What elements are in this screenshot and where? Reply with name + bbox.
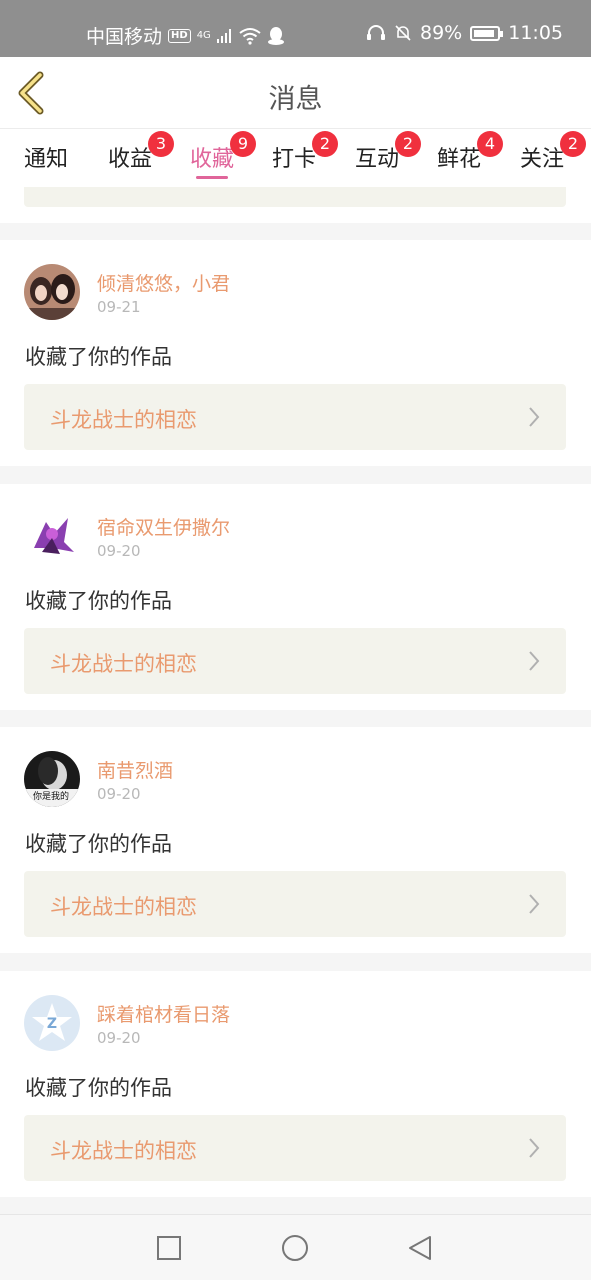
tab-label: 互动 [355,147,400,172]
work-link[interactable]: 斗龙战士的相恋 [24,384,566,450]
count-badge: 2 [560,131,586,157]
count-badge: 2 [312,131,338,157]
action-text: 收藏了你的作品 [25,1076,172,1100]
tab-interactions[interactable]: 互动 2 [355,131,421,173]
chevron-right-icon [529,407,540,427]
chevron-right-icon [529,1138,540,1158]
work-link[interactable]: 斗龙战士的相恋 [24,628,566,694]
date: 09-20 [97,542,141,560]
list-item: 你是我的 南昔烈酒 09-20 收藏了你的作品 斗龙战士的相恋 [0,727,591,953]
circle-icon[interactable] [281,1234,309,1262]
status-right: 89% 11:05 [366,22,563,44]
count-badge: 4 [477,131,503,157]
carrier-label: 中国移动 [86,26,163,48]
count-badge: 9 [230,131,256,157]
signal-icon [216,28,231,43]
battery-percent: 89% [420,22,463,44]
action-text: 收藏了你的作品 [25,832,172,856]
page-title: 消息 [268,84,323,115]
system-nav-bar [0,1214,591,1280]
list-item: 宿命双生伊撒尔 09-20 收藏了你的作品 斗龙战士的相恋 [0,484,591,710]
tab-flowers[interactable]: 鲜花 4 [437,131,503,173]
avatar[interactable]: Z [24,995,80,1051]
tab-bar: 通知 收益 3 收藏 9 打卡 2 互动 2 鲜花 4 关注 2 [0,129,591,187]
work-box-partial [24,187,566,207]
date: 09-20 [97,1029,141,1047]
work-title: 斗龙战士的相恋 [50,408,197,432]
username[interactable]: 南昔烈酒 [97,756,173,783]
avatar[interactable]: 你是我的 [24,751,80,807]
app-header: 消息 [0,57,591,129]
tab-label: 关注 [520,147,565,172]
status-left: 中国移动 HD 4G [86,22,285,49]
work-title: 斗龙战士的相恋 [50,895,197,919]
count-badge: 3 [148,131,174,157]
avatar[interactable] [24,264,80,320]
active-tab-indicator [196,176,228,179]
tab-earnings[interactable]: 收益 3 [108,131,174,173]
action-text: 收藏了你的作品 [25,345,172,369]
work-title: 斗龙战士的相恋 [50,1139,197,1163]
list-item-partial [0,187,591,223]
list-item: 倾清悠悠，小君 09-21 收藏了你的作品 斗龙战士的相恋 [0,240,591,466]
tab-label: 通知 [24,147,69,172]
svg-text:Z: Z [47,1016,57,1032]
list-item: Z 踩着棺材看日落 09-20 收藏了你的作品 斗龙战士的相恋 [0,971,591,1197]
tab-label: 打卡 [272,147,317,172]
avatar[interactable] [24,508,80,564]
square-icon[interactable] [155,1234,183,1262]
date: 09-20 [97,785,141,803]
tab-checkin[interactable]: 打卡 2 [272,131,338,173]
battery-icon [470,25,504,41]
work-link[interactable]: 斗龙战士的相恋 [24,871,566,937]
tab-follows[interactable]: 关注 2 [520,131,586,173]
count-badge: 2 [395,131,421,157]
message-list[interactable]: 倾清悠悠，小君 09-21 收藏了你的作品 斗龙战士的相恋 宿命双生伊撒尔 09… [0,187,591,1214]
avatar-text: 你是我的 [33,792,70,802]
network-label: 4G [196,30,211,41]
username[interactable]: 倾清悠悠，小君 [97,269,230,296]
tab-label: 收藏 [190,147,235,172]
hd-icon: HD [168,28,191,43]
qq-icon [267,26,284,45]
username[interactable]: 踩着棺材看日落 [97,1000,230,1027]
tab-favorites[interactable]: 收藏 9 [190,131,256,173]
bell-muted-icon [395,25,411,41]
chevron-right-icon [529,894,540,914]
status-bar: 中国移动 HD 4G 89% 11:05 [0,0,591,57]
tab-notifications[interactable]: 通知 [24,141,68,173]
clock: 11:05 [508,22,563,44]
date: 09-21 [97,298,141,316]
chevron-right-icon [529,651,540,671]
tab-label: 鲜花 [437,147,482,172]
triangle-back-icon[interactable] [406,1234,434,1262]
action-text: 收藏了你的作品 [25,589,172,613]
wifi-icon [239,27,261,45]
tab-label: 收益 [108,147,153,172]
work-title: 斗龙战士的相恋 [50,652,197,676]
headphones-icon [367,25,385,40]
username[interactable]: 宿命双生伊撒尔 [97,513,230,540]
work-link[interactable]: 斗龙战士的相恋 [24,1115,566,1181]
